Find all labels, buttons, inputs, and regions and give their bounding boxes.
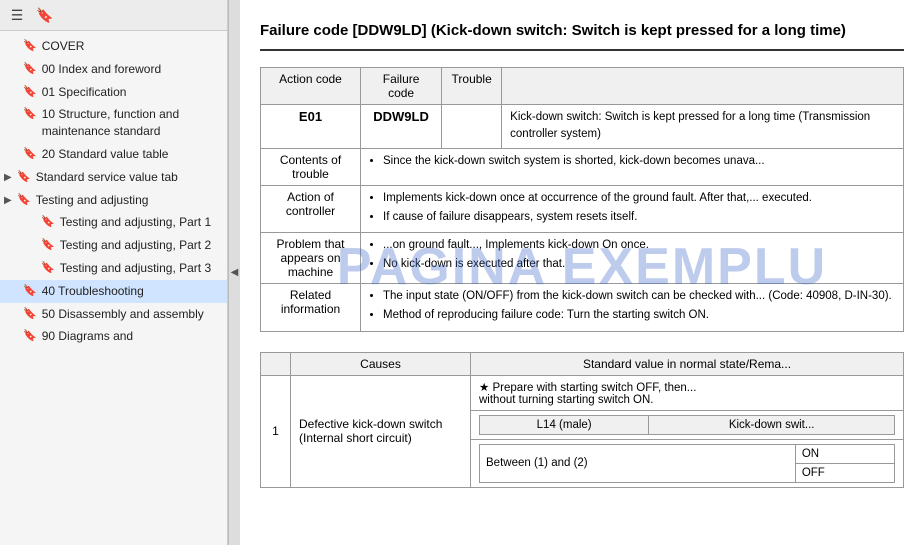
bookmark-icon: 🔖 — [17, 193, 31, 208]
arrow-placeholder — [10, 330, 20, 344]
action-item1: Implements kick-down once at occurrence … — [383, 190, 895, 207]
sidebar: ☰ 🔖 🔖 COVER 🔖 00 Index and foreword 🔖 01… — [0, 0, 228, 545]
bookmark-icon: 🔖 — [23, 307, 37, 322]
sidebar-item-90-diagrams[interactable]: 🔖 90 Diagrams and — [0, 325, 227, 348]
bookmark-icon: 🔖 — [23, 85, 37, 100]
between-label: Between (1) and (2) — [480, 444, 796, 482]
problem-machine-content: ...on ground fault..., Implements kick-d… — [361, 233, 904, 284]
sidebar-item-10-structure[interactable]: 🔖 10 Structure, function and maintenance… — [0, 103, 227, 143]
off-value: OFF — [795, 463, 894, 482]
expand-arrow-icon: ▶ — [4, 171, 14, 185]
arrow-placeholder — [10, 63, 20, 77]
sidebar-toolbar: ☰ 🔖 — [0, 0, 227, 31]
trouble-description: Kick-down switch: Switch is kept pressed… — [502, 105, 904, 149]
sidebar-item-label: 20 Standard value table — [42, 146, 221, 163]
sidebar-item-label: COVER — [42, 38, 221, 55]
sidebar-item-label: 40 Troubleshooting — [42, 283, 221, 300]
trouble-empty — [442, 105, 502, 149]
causes-description: Defective kick-down switch (Internal sho… — [291, 375, 471, 487]
kickdown-switch-label: Kick-down swit... — [649, 415, 895, 434]
causes-table-container: Causes Standard value in normal state/Re… — [260, 352, 904, 488]
sidebar-item-testing-adjusting[interactable]: ▶ 🔖 Testing and adjusting — [0, 189, 227, 212]
arrow-placeholder — [10, 308, 20, 322]
main-content: PAGINA EXEMPLU Failure code [DDW9LD] (Ki… — [240, 0, 924, 545]
prepare-note: ★ Prepare with starting switch OFF, then… — [471, 375, 904, 410]
failure-code-value: DDW9LD — [361, 105, 442, 149]
causes-header: Causes — [291, 352, 471, 375]
action-controller-content: Implements kick-down once at occurrence … — [361, 185, 904, 233]
sidebar-item-label: 01 Specification — [42, 84, 221, 101]
sidebar-item-label: Standard service value tab — [36, 169, 221, 186]
sub-row-l14: L14 (male) Kick-down swit... — [471, 410, 904, 439]
sidebar-item-label: Testing and adjusting, Part 3 — [60, 260, 221, 277]
row-num: 1 — [261, 375, 291, 487]
sidebar-item-00-index[interactable]: 🔖 00 Index and foreword — [0, 58, 227, 81]
sidebar-item-standard-service[interactable]: ▶ 🔖 Standard service value tab — [0, 166, 227, 189]
problem-item1: ...on ground fault..., Implements kick-d… — [383, 237, 895, 254]
action-code-value: E01 — [261, 105, 361, 149]
sidebar-item-label: Testing and adjusting, Part 1 — [60, 214, 221, 231]
arrow-placeholder — [10, 40, 20, 54]
arrow-placeholder — [28, 239, 38, 253]
contents-trouble-content: Since the kick-down switch system is sho… — [361, 148, 904, 185]
sidebar-item-label: Testing and adjusting, Part 2 — [60, 237, 221, 254]
bookmark-icon: 🔖 — [23, 107, 37, 122]
sidebar-item-40-trouble[interactable]: 🔖 40 Troubleshooting — [0, 280, 227, 303]
sidebar-item-50-disassembly[interactable]: 🔖 50 Disassembly and assembly — [0, 303, 227, 326]
bookmark-toolbar-icon[interactable]: 🔖 — [34, 4, 56, 26]
num-header — [261, 352, 291, 375]
menu-icon[interactable]: ☰ — [6, 4, 28, 26]
bookmark-icon: 🔖 — [41, 261, 55, 276]
failure-code-header: Failure code — [361, 68, 442, 105]
l14-label: L14 (male) — [480, 415, 649, 434]
bookmark-icon: 🔖 — [23, 147, 37, 162]
arrow-placeholder — [10, 108, 20, 122]
contents-trouble-item1: Since the kick-down switch system is sho… — [383, 153, 895, 170]
arrow-placeholder — [10, 285, 20, 299]
sidebar-item-testing-part2[interactable]: 🔖 Testing and adjusting, Part 2 — [0, 234, 227, 257]
collapse-sidebar-handle[interactable]: ◀ — [228, 0, 240, 545]
bookmark-icon: 🔖 — [23, 62, 37, 77]
related-item2: Method of reproducing failure code: Turn… — [383, 307, 895, 324]
page-title: Failure code [DDW9LD] (Kick-down switch:… — [260, 20, 904, 51]
sidebar-item-label: 50 Disassembly and assembly — [42, 306, 221, 323]
problem-item2: No kick-down is executed after that. — [383, 256, 895, 273]
bookmark-icon: 🔖 — [23, 284, 37, 299]
sidebar-item-01-spec[interactable]: 🔖 01 Specification — [0, 81, 227, 104]
arrow-placeholder — [28, 216, 38, 230]
arrow-placeholder — [10, 148, 20, 162]
sidebar-item-20-standard[interactable]: 🔖 20 Standard value table — [0, 143, 227, 166]
bookmark-icon: 🔖 — [23, 39, 37, 54]
sidebar-item-testing-part3[interactable]: 🔖 Testing and adjusting, Part 3 — [0, 257, 227, 280]
trouble-header: Trouble — [442, 68, 502, 105]
bookmark-icon: 🔖 — [41, 215, 55, 230]
contents-trouble-header: Contents of trouble — [261, 148, 361, 185]
bookmark-icon: 🔖 — [23, 329, 37, 344]
on-value: ON — [795, 444, 894, 463]
expand-arrow-icon: ▶ — [4, 194, 14, 208]
action-code-header: Action code — [261, 68, 361, 105]
arrow-placeholder — [28, 262, 38, 276]
bookmark-icon: 🔖 — [41, 238, 55, 253]
sidebar-items: 🔖 COVER 🔖 00 Index and foreword 🔖 01 Spe… — [0, 31, 227, 545]
arrow-placeholder — [10, 86, 20, 100]
trouble-desc-header — [502, 68, 904, 105]
related-item1: The input state (ON/OFF) from the kick-d… — [383, 288, 895, 305]
action-controller-header: Action of controller — [261, 185, 361, 233]
problem-machine-header: Problem that appears on machine — [261, 233, 361, 284]
standard-value-header: Standard value in normal state/Rema... — [471, 352, 904, 375]
sidebar-item-label: 10 Structure, function and maintenance s… — [42, 106, 221, 140]
bookmark-icon: 🔖 — [17, 170, 31, 185]
sidebar-item-label: 00 Index and foreword — [42, 61, 221, 78]
sidebar-item-label: Testing and adjusting — [36, 192, 221, 209]
sidebar-item-cover[interactable]: 🔖 COVER — [0, 35, 227, 58]
action-item2: If cause of failure disappears, system r… — [383, 209, 895, 226]
related-info-header: Related information — [261, 284, 361, 332]
sidebar-item-label: 90 Diagrams and — [42, 328, 221, 345]
failure-code-table: Action code Failure code Trouble E01 DDW… — [260, 67, 904, 332]
sidebar-item-testing-part1[interactable]: 🔖 Testing and adjusting, Part 1 — [0, 211, 227, 234]
related-info-content: The input state (ON/OFF) from the kick-d… — [361, 284, 904, 332]
sub-row-between: Between (1) and (2) ON OFF — [471, 439, 904, 487]
